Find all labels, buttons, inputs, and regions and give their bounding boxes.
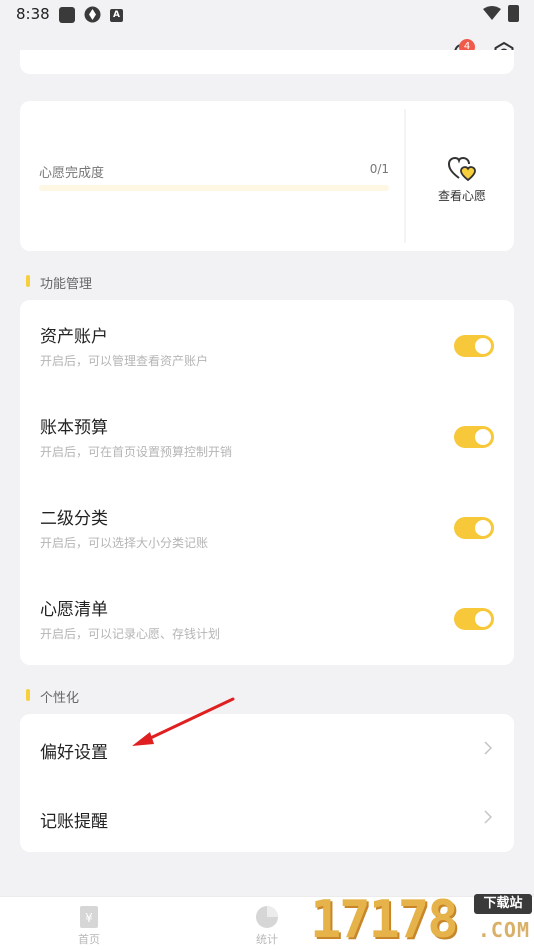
reminder-label: 记账提醒 (40, 812, 108, 832)
toggle-knob (475, 338, 491, 354)
toggle-knob (475, 611, 491, 627)
watermark-domain: .COM (477, 918, 530, 942)
preferences-label: 偏好设置 (40, 743, 108, 763)
watermark-badge: 下载站 (474, 894, 532, 914)
section-title: 功能管理 (40, 277, 93, 292)
personal-card: 偏好设置 记账提醒 (20, 714, 514, 852)
section-accent-bar (26, 689, 30, 701)
feature-desc: 开启后，可以管理查看资产账户 (40, 354, 209, 368)
app-a-icon: A (110, 9, 123, 22)
svg-text:¥: ¥ (85, 911, 93, 925)
reminder-row[interactable]: 记账提醒 (20, 783, 514, 852)
notification-square-icon (59, 7, 75, 23)
nav-home-label: 首页 (78, 933, 100, 946)
section-title: 个性化 (40, 691, 80, 706)
wish-progress-label: 心愿完成度 (39, 166, 105, 181)
nav-stats[interactable]: 统计 (237, 905, 297, 947)
status-time: 8:38 (16, 5, 50, 23)
view-wish-button[interactable]: 查看心愿 (410, 101, 514, 251)
divider (404, 109, 406, 243)
feature-row-assets: 资产账户 开启后，可以管理查看资产账户 (20, 300, 514, 391)
annotation-arrow-icon (132, 697, 235, 746)
feature-row-subcategory: 二级分类 开启后，可以选择大小分类记账 (20, 482, 514, 573)
section-accent-bar (26, 275, 30, 287)
feature-title: 账本预算 (40, 418, 108, 438)
feature-title: 二级分类 (40, 509, 108, 529)
wish-progress-count: 0/1 (369, 162, 389, 176)
wifi-icon (483, 6, 501, 20)
view-wish-label: 查看心愿 (437, 189, 486, 203)
wishlist-toggle[interactable] (454, 608, 494, 630)
wish-card: 心愿完成度 0/1 查看心愿 (20, 101, 514, 251)
top-card (20, 50, 514, 74)
feature-desc: 开启后，可以选择大小分类记账 (40, 536, 209, 550)
budget-toggle[interactable] (454, 426, 494, 448)
preferences-row[interactable]: 偏好设置 (20, 714, 514, 783)
subcategory-toggle[interactable] (454, 517, 494, 539)
watermark-number: 17178 (310, 890, 459, 950)
feature-desc: 开启后，可在首页设置预算控制开销 (40, 445, 233, 459)
watermark-logo: 17178 下载站 .COM (310, 890, 534, 950)
feature-card: 资产账户 开启后，可以管理查看资产账户 账本预算 开启后，可在首页设置预算控制开… (20, 300, 514, 665)
pie-chart-icon (256, 906, 278, 928)
toggle-knob (475, 520, 491, 536)
assets-toggle[interactable] (454, 335, 494, 357)
status-bar: 8:38 A (0, 0, 534, 30)
heart-icon (447, 156, 476, 182)
chevron-right-icon (484, 810, 492, 824)
battery-icon (508, 5, 519, 22)
shutter-icon (84, 6, 101, 23)
feature-row-budget: 账本预算 开启后，可在首页设置预算控制开销 (20, 391, 514, 482)
receipt-icon: ¥ (80, 906, 98, 928)
feature-row-wishlist: 心愿清单 开启后，可以记录心愿、存钱计划 (20, 573, 514, 664)
feature-desc: 开启后，可以记录心愿、存钱计划 (40, 627, 221, 641)
nav-home[interactable]: ¥ 首页 (59, 905, 119, 947)
feature-title: 心愿清单 (40, 600, 108, 620)
toggle-knob (475, 429, 491, 445)
chevron-right-icon (484, 741, 492, 755)
feature-title: 资产账户 (40, 327, 108, 347)
wish-progress-bar (39, 185, 389, 191)
nav-stats-label: 统计 (256, 933, 278, 946)
